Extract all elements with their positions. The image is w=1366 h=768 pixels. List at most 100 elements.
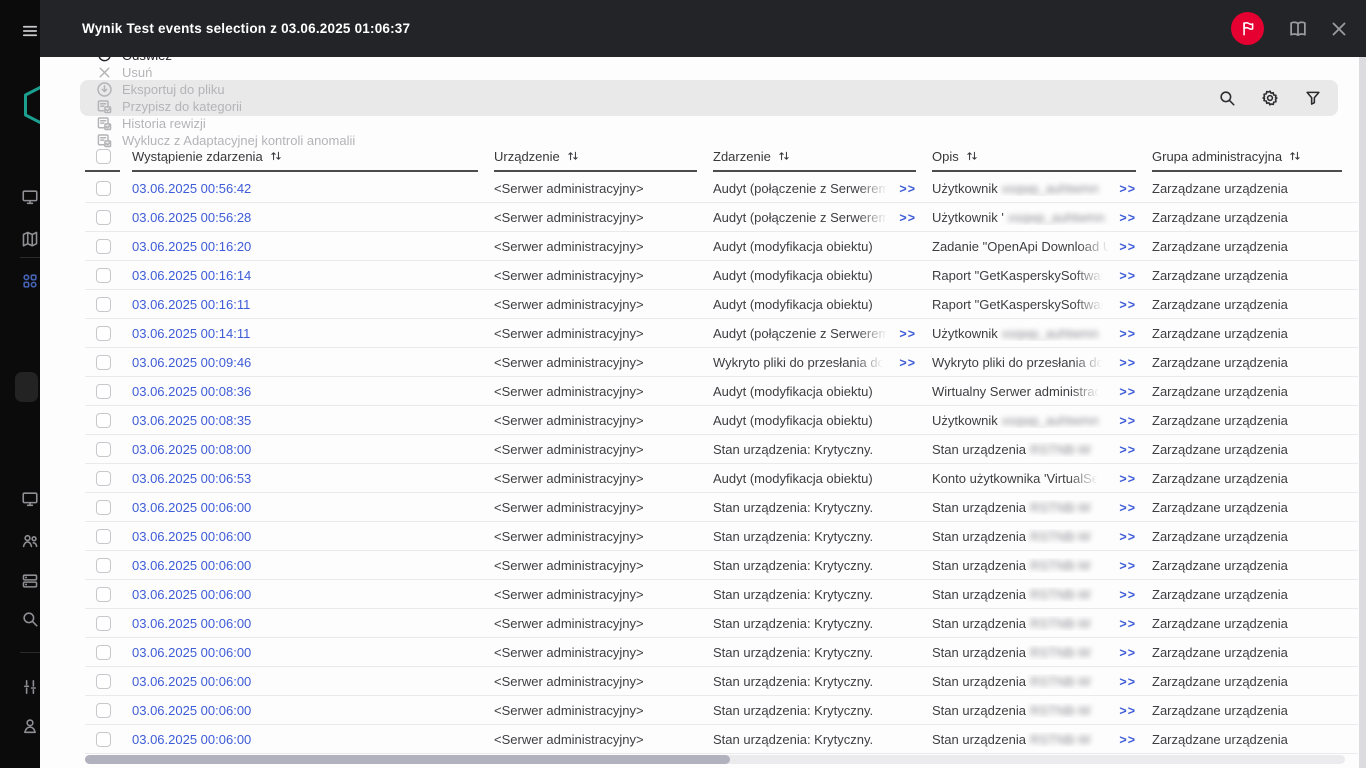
reports-icon[interactable] [21, 230, 39, 248]
expand-description-link[interactable]: >> [1111, 733, 1136, 747]
table-row[interactable]: 03.06.2025 00:06:00<Serwer administracyj… [40, 580, 1358, 609]
settings-sliders-icon[interactable] [21, 678, 39, 696]
expand-event-link[interactable]: >> [891, 327, 916, 341]
vertical-scrollbar[interactable] [1359, 57, 1366, 768]
table-row[interactable]: 03.06.2025 00:14:11<Serwer administracyj… [40, 319, 1358, 348]
table-row[interactable]: 03.06.2025 00:16:20<Serwer administracyj… [40, 232, 1358, 261]
toolbar-button-eksportuj-do-pliku[interactable]: Eksportuj do pliku [96, 81, 225, 98]
event-time-link[interactable]: 03.06.2025 00:06:00 [132, 674, 251, 689]
row-checkbox[interactable] [96, 268, 111, 283]
row-checkbox[interactable] [96, 529, 111, 544]
expand-description-link[interactable]: >> [1111, 211, 1136, 225]
event-time-link[interactable]: 03.06.2025 00:08:36 [132, 384, 251, 399]
event-time-link[interactable]: 03.06.2025 00:06:00 [132, 529, 251, 544]
row-checkbox[interactable] [96, 587, 111, 602]
expand-description-link[interactable]: >> [1111, 559, 1136, 573]
search-icon[interactable] [21, 610, 39, 628]
table-row[interactable]: 03.06.2025 00:06:00<Serwer administracyj… [40, 609, 1358, 638]
table-row[interactable]: 03.06.2025 00:08:00<Serwer administracyj… [40, 435, 1358, 464]
horizontal-scrollbar[interactable] [85, 755, 1345, 764]
table-row[interactable]: 03.06.2025 00:06:00<Serwer administracyj… [40, 522, 1358, 551]
column-header-event-time[interactable]: Wystąpienie zdarzenia [132, 140, 494, 172]
expand-description-link[interactable]: >> [1111, 414, 1136, 428]
table-row[interactable]: 03.06.2025 00:08:35<Serwer administracyj… [40, 406, 1358, 435]
row-checkbox[interactable] [96, 355, 111, 370]
menu-icon[interactable] [21, 22, 39, 40]
expand-event-link[interactable]: >> [891, 182, 916, 196]
select-all-checkbox[interactable] [96, 149, 111, 164]
table-row[interactable]: 03.06.2025 00:06:00<Serwer administracyj… [40, 696, 1358, 725]
horizontal-scrollbar-thumb[interactable] [85, 755, 730, 764]
event-time-link[interactable]: 03.06.2025 00:06:00 [132, 558, 251, 573]
table-row[interactable]: 03.06.2025 00:56:42<Serwer administracyj… [40, 174, 1358, 203]
column-header-device[interactable]: Urządzenie [494, 140, 713, 172]
expand-description-link[interactable]: >> [1111, 240, 1136, 254]
row-checkbox[interactable] [96, 413, 111, 428]
sort-icon[interactable] [566, 149, 580, 163]
expand-description-link[interactable]: >> [1111, 298, 1136, 312]
row-checkbox[interactable] [96, 616, 111, 631]
table-row[interactable]: 03.06.2025 00:56:28<Serwer administracyj… [40, 203, 1358, 232]
expand-description-link[interactable]: >> [1111, 472, 1136, 486]
users-icon[interactable] [21, 532, 39, 550]
servers-icon[interactable] [21, 572, 39, 590]
assets-grid-icon[interactable] [21, 272, 39, 290]
row-checkbox[interactable] [96, 239, 111, 254]
sort-icon[interactable] [965, 149, 979, 163]
sort-icon[interactable] [269, 149, 283, 163]
expand-description-link[interactable]: >> [1111, 327, 1136, 341]
toolbar-button-usuń[interactable]: Usuń [96, 64, 152, 81]
event-time-link[interactable]: 03.06.2025 00:14:11 [132, 326, 250, 341]
event-time-link[interactable]: 03.06.2025 00:06:00 [132, 703, 251, 718]
table-row[interactable]: 03.06.2025 00:06:53<Serwer administracyj… [40, 464, 1358, 493]
sort-icon[interactable] [777, 149, 791, 163]
event-time-link[interactable]: 03.06.2025 00:16:11 [132, 297, 250, 312]
expand-event-link[interactable]: >> [891, 356, 916, 370]
account-icon[interactable] [21, 717, 39, 735]
event-time-link[interactable]: 03.06.2025 00:56:42 [132, 181, 251, 196]
row-checkbox[interactable] [96, 384, 111, 399]
event-time-link[interactable]: 03.06.2025 00:06:00 [132, 645, 251, 660]
expand-description-link[interactable]: >> [1111, 443, 1136, 457]
event-time-link[interactable]: 03.06.2025 00:06:00 [132, 732, 251, 747]
devices-icon[interactable] [21, 490, 39, 508]
table-row[interactable]: 03.06.2025 00:06:00<Serwer administracyj… [40, 725, 1358, 754]
table-row[interactable]: 03.06.2025 00:06:00<Serwer administracyj… [40, 638, 1358, 667]
expand-event-link[interactable]: >> [891, 211, 916, 225]
expand-description-link[interactable]: >> [1111, 182, 1136, 196]
event-time-link[interactable]: 03.06.2025 00:06:53 [132, 471, 251, 486]
row-checkbox[interactable] [96, 674, 111, 689]
row-checkbox[interactable] [96, 703, 111, 718]
event-time-link[interactable]: 03.06.2025 00:56:28 [132, 210, 251, 225]
table-row[interactable]: 03.06.2025 00:09:46<Serwer administracyj… [40, 348, 1358, 377]
event-time-link[interactable]: 03.06.2025 00:16:14 [132, 268, 251, 283]
column-header-admin-group[interactable]: Grupa administracyjna [1152, 140, 1358, 172]
flag-notification-button[interactable] [1231, 12, 1264, 45]
event-time-link[interactable]: 03.06.2025 00:06:00 [132, 500, 251, 515]
toolbar-button-historia-rewizji[interactable]: Historia rewizji [96, 115, 206, 132]
row-checkbox[interactable] [96, 181, 111, 196]
row-checkbox[interactable] [96, 471, 111, 486]
monitoring-icon[interactable] [21, 188, 39, 206]
event-time-link[interactable]: 03.06.2025 00:09:46 [132, 355, 251, 370]
event-time-link[interactable]: 03.06.2025 00:16:20 [132, 239, 251, 254]
row-checkbox[interactable] [96, 297, 111, 312]
close-icon[interactable] [1329, 19, 1349, 39]
expand-description-link[interactable]: >> [1111, 356, 1136, 370]
expand-description-link[interactable]: >> [1111, 617, 1136, 631]
row-checkbox[interactable] [96, 442, 111, 457]
column-header-description[interactable]: Opis [932, 140, 1152, 172]
toolbar-button-przypisz-do-kategorii[interactable]: Przypisz do kategorii [96, 98, 242, 115]
settings-gear-icon[interactable] [1261, 89, 1279, 107]
table-row[interactable]: 03.06.2025 00:06:00<Serwer administracyj… [40, 551, 1358, 580]
table-row[interactable]: 03.06.2025 00:06:00<Serwer administracyj… [40, 493, 1358, 522]
table-row[interactable]: 03.06.2025 00:16:11<Serwer administracyj… [40, 290, 1358, 319]
documentation-icon[interactable] [1288, 19, 1308, 39]
expand-description-link[interactable]: >> [1111, 704, 1136, 718]
toolbar-button-odśwież[interactable]: Odśwież [96, 47, 172, 64]
sort-icon[interactable] [1288, 149, 1302, 163]
expand-description-link[interactable]: >> [1111, 646, 1136, 660]
expand-description-link[interactable]: >> [1111, 588, 1136, 602]
row-checkbox[interactable] [96, 210, 111, 225]
expand-description-link[interactable]: >> [1111, 269, 1136, 283]
